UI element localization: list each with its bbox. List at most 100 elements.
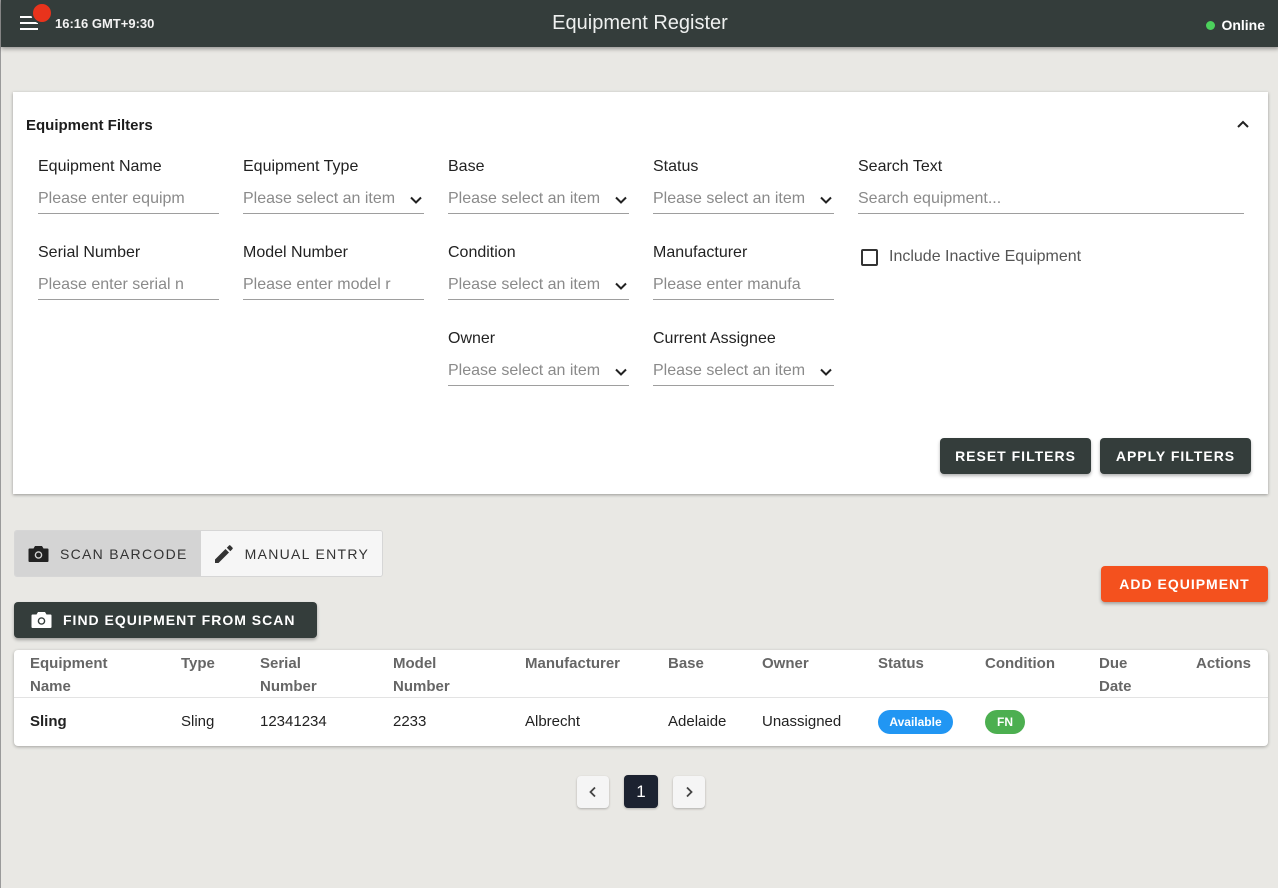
serial-number-filter: Serial Number [38, 244, 219, 300]
include-inactive-checkbox[interactable] [861, 248, 878, 266]
model-number-filter: Model Number [243, 244, 424, 300]
equipment-type-select-value: Please select an item [243, 190, 396, 207]
column-header-type[interactable]: Type [181, 652, 215, 675]
chevron-down-icon [615, 196, 627, 204]
owner-select-value: Please select an item [448, 362, 601, 379]
serial-number-input[interactable] [38, 276, 219, 294]
base-select-value: Please select an item [448, 190, 601, 207]
pencil-icon [214, 544, 233, 563]
cell-base: Adelaide [668, 713, 727, 730]
header-text: Model [393, 655, 437, 672]
header-text: Due [1099, 655, 1128, 672]
page-button-current[interactable]: 1 [624, 775, 658, 808]
camera-icon [28, 545, 49, 562]
header-divider [14, 697, 1268, 698]
header-text: Serial [260, 655, 301, 672]
cell-equipment-name[interactable]: Sling [30, 713, 67, 730]
condition-badge: FN [985, 710, 1025, 734]
cell-serial-number: 12341234 [260, 713, 327, 730]
connection-status-label: Online [1221, 17, 1265, 33]
manufacturer-label: Manufacturer [653, 244, 748, 261]
find-equipment-label: FIND EQUIPMENT FROM SCAN [63, 612, 296, 628]
connection-status: Online [1206, 17, 1265, 33]
condition-select[interactable]: Please select an item [448, 276, 629, 300]
scan-barcode-label: SCAN BARCODE [60, 545, 188, 562]
model-number-input[interactable] [243, 276, 424, 294]
condition-filter: Condition Please select an item [448, 244, 629, 300]
cell-type: Sling [181, 713, 215, 730]
previous-page-button[interactable] [577, 776, 609, 808]
manufacturer-input[interactable] [653, 276, 834, 294]
chevron-left-icon [589, 786, 596, 798]
header-text: Date [1099, 678, 1132, 695]
serial-number-label: Serial Number [38, 244, 141, 261]
current-assignee-select-value: Please select an item [653, 362, 806, 379]
cell-model-number: 2233 [393, 713, 427, 730]
scan-mode-toggle: SCAN BARCODE MANUAL ENTRY [14, 530, 384, 577]
column-header-serial-number[interactable]: Serial Number [260, 652, 317, 698]
column-header-model-number[interactable]: Model Number [393, 652, 450, 698]
equipment-name-filter: Equipment Name [38, 158, 219, 214]
column-header-actions: Actions [1196, 655, 1252, 672]
status-select-value: Please select an item [653, 190, 806, 207]
page-title: Equipment Register [552, 12, 728, 34]
column-header-status[interactable]: Status [878, 652, 924, 675]
chevron-right-icon [686, 786, 693, 798]
base-filter: Base Please select an item [448, 158, 629, 214]
include-inactive-option: Include Inactive Equipment [861, 248, 1081, 266]
column-header-condition[interactable]: Condition [985, 652, 1055, 675]
manual-entry-label: MANUAL ENTRY [244, 545, 370, 562]
column-header-equipment-name[interactable]: Equipment Name [30, 652, 108, 698]
cell-owner: Unassigned [762, 713, 842, 730]
cell-manufacturer: Albrecht [525, 713, 581, 730]
status-label: Status [653, 158, 699, 175]
apply-filters-button[interactable]: APPLY FILTERS [1100, 438, 1251, 474]
equipment-name-input[interactable] [38, 190, 219, 208]
chevron-down-icon [615, 282, 627, 290]
reset-filters-button[interactable]: RESET FILTERS [940, 438, 1091, 474]
top-app-bar: 16:16 GMT+9:30 Equipment Register Online [1, 0, 1278, 47]
header-text: Name [30, 678, 71, 695]
header-text: Number [260, 678, 317, 695]
owner-select[interactable]: Please select an item [448, 362, 629, 386]
camera-icon [31, 612, 52, 628]
filters-heading: Equipment Filters [26, 117, 153, 134]
status-filter: Status Please select an item [653, 158, 834, 214]
model-number-label: Model Number [243, 244, 348, 261]
equipment-type-select[interactable]: Please select an item [243, 190, 424, 214]
search-text-label: Search Text [858, 158, 943, 175]
find-equipment-from-scan-button[interactable]: FIND EQUIPMENT FROM SCAN [14, 602, 317, 638]
condition-label: Condition [448, 244, 516, 261]
header-text: Equipment [30, 655, 108, 672]
search-text-filter: Search Text [858, 158, 1244, 214]
header-text: Number [393, 678, 450, 695]
equipment-table: Equipment Name Type Serial Number Model … [14, 650, 1268, 746]
column-header-base[interactable]: Base [668, 652, 704, 675]
chevron-down-icon [820, 196, 832, 204]
condition-select-value: Please select an item [448, 276, 601, 293]
current-assignee-select[interactable]: Please select an item [653, 362, 834, 386]
column-header-due-date[interactable]: Due Date [1099, 652, 1132, 698]
status-select[interactable]: Please select an item [653, 190, 834, 214]
status-badge: Available [878, 710, 953, 734]
equipment-type-label: Equipment Type [243, 158, 359, 175]
current-assignee-filter: Current Assignee Please select an item [653, 330, 834, 386]
chevron-up-icon[interactable] [1236, 117, 1250, 131]
manufacturer-filter: Manufacturer [653, 244, 834, 300]
current-assignee-label: Current Assignee [653, 330, 776, 347]
manual-entry-toggle[interactable]: MANUAL ENTRY [200, 531, 383, 576]
online-status-dot-icon [1206, 20, 1216, 30]
next-page-button[interactable] [673, 776, 705, 808]
include-inactive-label: Include Inactive Equipment [889, 248, 1082, 265]
add-equipment-button[interactable]: ADD EQUIPMENT [1101, 566, 1268, 602]
owner-filter: Owner Please select an item [448, 330, 629, 386]
column-header-owner[interactable]: Owner [762, 652, 809, 675]
search-input[interactable] [858, 190, 1244, 208]
chevron-down-icon [820, 368, 832, 376]
scan-barcode-toggle[interactable]: SCAN BARCODE [15, 531, 201, 576]
owner-label: Owner [448, 330, 496, 347]
base-select[interactable]: Please select an item [448, 190, 629, 214]
equipment-type-filter: Equipment Type Please select an item [243, 158, 424, 214]
equipment-name-label: Equipment Name [38, 158, 162, 175]
column-header-manufacturer[interactable]: Manufacturer [525, 652, 620, 675]
